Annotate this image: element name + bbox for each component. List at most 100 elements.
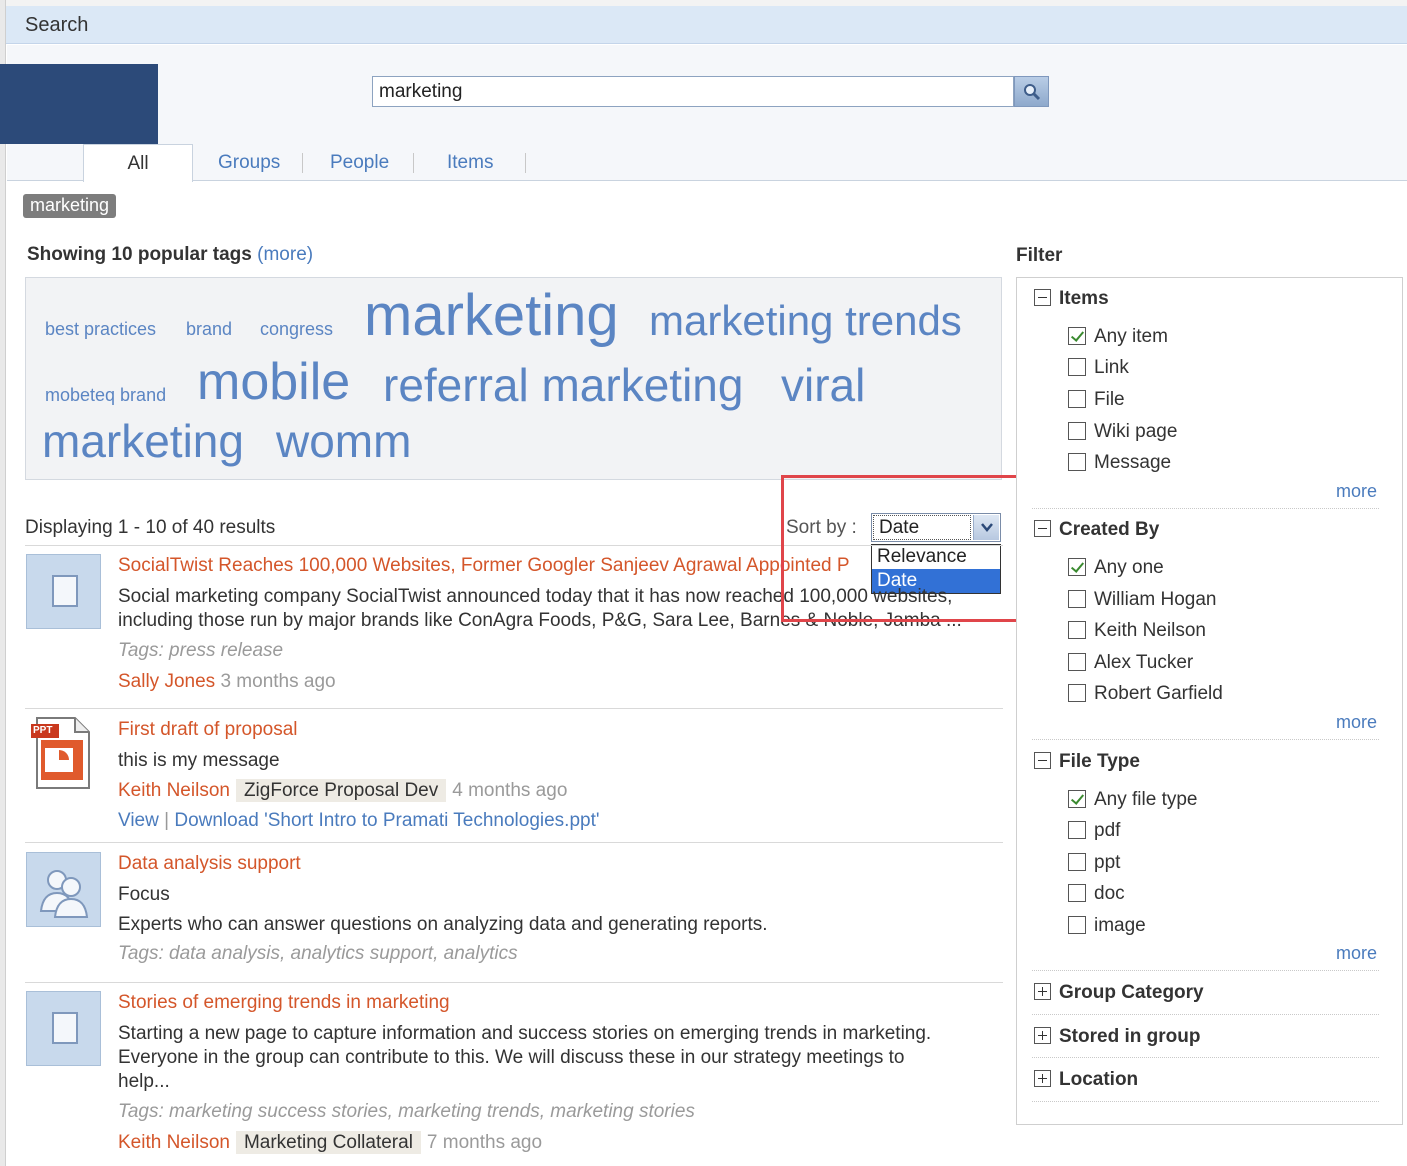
window-left-border — [0, 0, 6, 1166]
group-thumbnail[interactable] — [26, 852, 101, 927]
checkbox[interactable] — [1068, 684, 1086, 702]
checkbox[interactable] — [1068, 621, 1086, 639]
filter-section-items[interactable]: Items — [1034, 288, 1109, 310]
collapse-icon[interactable] — [1034, 520, 1051, 537]
filter-section-group-category[interactable]: Group Category — [1034, 982, 1204, 1004]
expand-icon[interactable] — [1034, 1027, 1051, 1044]
popular-tags-more-link[interactable]: (more) — [257, 244, 313, 265]
result-author[interactable]: Keith Neilson — [118, 1132, 230, 1153]
collapse-icon[interactable] — [1034, 289, 1051, 306]
filter-more-link[interactable]: more — [1336, 712, 1377, 733]
filter-more-link[interactable]: more — [1336, 481, 1377, 502]
filter-option[interactable]: pdf — [1068, 820, 1120, 842]
filter-option[interactable]: Link — [1068, 357, 1129, 379]
filter-section-title: Stored in group — [1059, 1026, 1201, 1047]
expand-icon[interactable] — [1034, 983, 1051, 1000]
result-divider — [25, 842, 1003, 843]
checkbox[interactable] — [1068, 358, 1086, 376]
filter-option[interactable]: ppt — [1068, 852, 1120, 874]
filter-option[interactable]: Alex Tucker — [1068, 652, 1193, 674]
filter-section-created-by[interactable]: Created By — [1034, 519, 1159, 541]
checkbox[interactable] — [1068, 422, 1086, 440]
tab-groups[interactable]: Groups — [218, 152, 280, 174]
filter-section-title: Location — [1059, 1069, 1139, 1090]
download-link[interactable]: Download 'Short Intro to Pramati Technol… — [174, 810, 599, 831]
filter-option-label: Message — [1094, 452, 1172, 473]
checkbox[interactable] — [1068, 327, 1086, 345]
result-tags: Tags: press release — [118, 640, 284, 661]
tag-link[interactable]: referral marketing — [383, 358, 743, 412]
page-thumbnail[interactable] — [26, 991, 101, 1066]
filter-section-title: Created By — [1059, 519, 1160, 540]
result-author[interactable]: Sally Jones — [118, 671, 215, 692]
checkbox[interactable] — [1068, 821, 1086, 839]
checkbox[interactable] — [1068, 653, 1086, 671]
checkbox[interactable] — [1068, 916, 1086, 934]
checkbox[interactable] — [1068, 790, 1086, 808]
filter-option[interactable]: doc — [1068, 883, 1125, 905]
filter-option[interactable]: Any one — [1068, 557, 1164, 579]
filter-option-label: Alex Tucker — [1094, 652, 1194, 673]
tab-items[interactable]: Items — [447, 152, 493, 174]
tag-link[interactable]: mobile — [197, 352, 350, 412]
filter-option[interactable]: William Hogan — [1068, 589, 1216, 611]
filter-option[interactable]: Any item — [1068, 326, 1168, 348]
result-title[interactable]: SocialTwist Reaches 100,000 Websites, Fo… — [118, 555, 850, 577]
filter-option-label: Robert Garfield — [1094, 683, 1223, 704]
search-button[interactable] — [1014, 76, 1049, 107]
expand-icon[interactable] — [1034, 1070, 1051, 1087]
tag-link[interactable]: brand — [186, 319, 232, 340]
filter-option[interactable]: File — [1068, 389, 1125, 411]
result-meta: Keith Neilson Marketing Collateral 7 month… — [118, 1131, 542, 1155]
tag-link[interactable]: best practices — [45, 319, 156, 340]
tab-all[interactable]: All — [83, 144, 193, 182]
filter-option[interactable]: Keith Neilson — [1068, 620, 1206, 642]
search-icon — [1024, 84, 1041, 101]
collapse-icon[interactable] — [1034, 752, 1051, 769]
checkbox[interactable] — [1068, 558, 1086, 576]
tag-link[interactable]: marketing trends — [649, 297, 962, 345]
result-title[interactable]: Data analysis support — [118, 853, 301, 875]
filter-option-label: pdf — [1094, 820, 1121, 841]
result-title[interactable]: Stories of emerging trends in marketing — [118, 992, 450, 1014]
result-subtitle: Focus — [118, 884, 170, 905]
result-group[interactable]: ZigForce Proposal Dev — [235, 779, 447, 802]
result-author[interactable]: Keith Neilson — [118, 780, 230, 801]
action-separator: | — [164, 810, 170, 831]
result-time: 3 months ago — [220, 671, 336, 692]
checkbox[interactable] — [1068, 590, 1086, 608]
annotation-highlight-box — [781, 475, 1040, 622]
checkbox[interactable] — [1068, 884, 1086, 902]
filter-option[interactable]: Robert Garfield — [1068, 683, 1223, 705]
checkbox[interactable] — [1068, 853, 1086, 871]
filter-option[interactable]: Message — [1068, 452, 1171, 474]
checkbox[interactable] — [1068, 453, 1086, 471]
tag-link[interactable]: marketing — [42, 414, 244, 468]
filter-divider — [1032, 1014, 1379, 1015]
result-group[interactable]: Marketing Collateral — [235, 1131, 421, 1154]
tab-people[interactable]: People — [330, 152, 389, 174]
result-divider — [25, 708, 1003, 709]
page-thumbnail[interactable] — [26, 554, 101, 629]
tag-link[interactable]: congress — [260, 319, 333, 340]
tag-link[interactable]: marketing — [364, 282, 619, 349]
tag-link[interactable]: mobeteq brand — [45, 385, 166, 406]
filter-option[interactable]: Any file type — [1068, 789, 1198, 811]
search-input[interactable] — [372, 76, 1014, 107]
tag-link[interactable]: viral — [781, 358, 865, 412]
filter-option[interactable]: image — [1068, 915, 1146, 937]
checkbox[interactable] — [1068, 390, 1086, 408]
result-title[interactable]: First draft of proposal — [118, 719, 298, 741]
view-link[interactable]: View — [118, 810, 159, 831]
filter-more-link[interactable]: more — [1336, 943, 1377, 964]
tag-link[interactable]: womm — [276, 414, 411, 468]
result-meta: Sally Jones 3 months ago — [118, 670, 336, 694]
filter-section-file-type[interactable]: File Type — [1034, 751, 1140, 773]
query-chip[interactable]: marketing — [23, 194, 117, 218]
page-icon — [52, 1012, 78, 1044]
filter-option[interactable]: Wiki page — [1068, 421, 1177, 443]
filter-option-label: ppt — [1094, 852, 1121, 873]
filter-section-location[interactable]: Location — [1034, 1069, 1138, 1091]
filter-section-stored-in-group[interactable]: Stored in group — [1034, 1026, 1200, 1048]
ppt-file-icon[interactable]: PPT — [31, 716, 91, 790]
